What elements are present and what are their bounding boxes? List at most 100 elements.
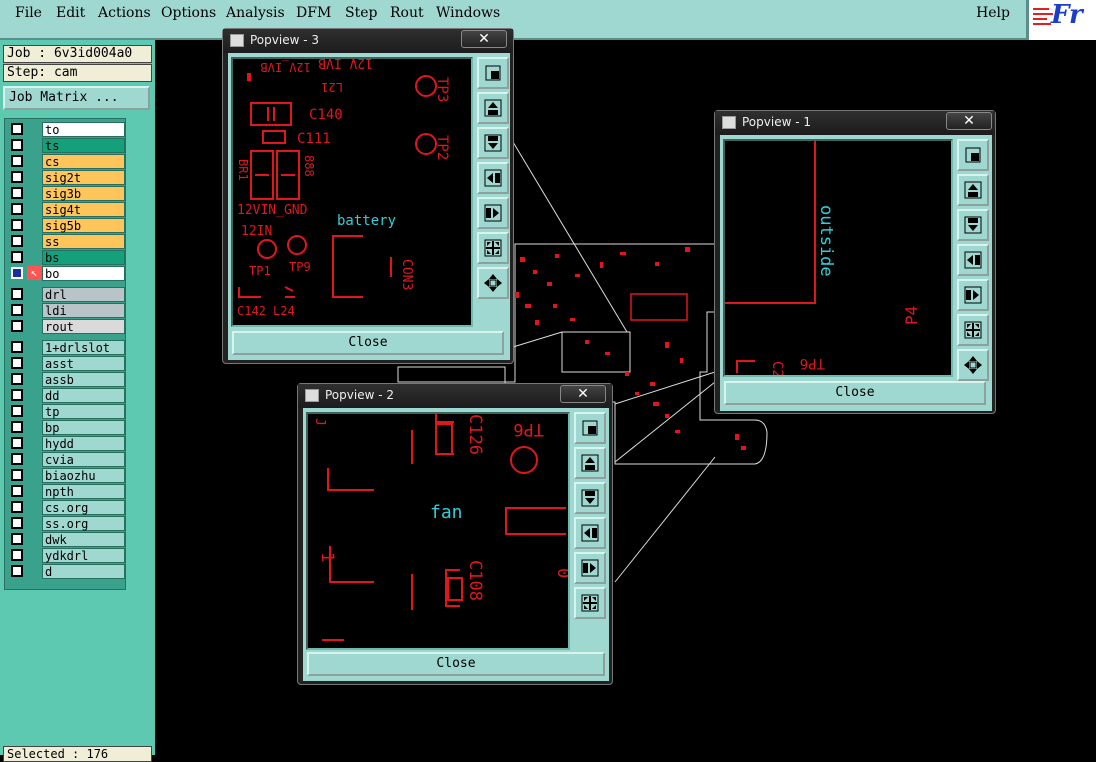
layer-row-bp[interactable]: bp xyxy=(7,420,125,435)
pan-up-icon[interactable] xyxy=(957,174,989,206)
layer-row-sig3b[interactable]: sig3b xyxy=(7,186,125,201)
layer-name[interactable]: biaozhu xyxy=(42,468,125,483)
layer-row-sig2t[interactable]: sig2t xyxy=(7,170,125,185)
pan-right-icon[interactable] xyxy=(957,279,989,311)
layer-name[interactable]: hydd xyxy=(42,436,125,451)
layer-checkbox[interactable] xyxy=(11,251,23,263)
layer-name[interactable]: cvia xyxy=(42,452,125,467)
layer-row-rout[interactable]: rout xyxy=(7,319,125,334)
zoom-fit-icon[interactable] xyxy=(477,57,509,89)
layer-name[interactable]: ts xyxy=(42,138,125,153)
menu-analysis[interactable]: Analysis xyxy=(226,5,285,21)
zoom-in-icon[interactable] xyxy=(957,314,989,346)
layer-checkbox[interactable] xyxy=(11,357,23,369)
layer-checkbox[interactable] xyxy=(11,187,23,199)
layer-name[interactable]: rout xyxy=(42,319,125,334)
layer-row-ydkdrl[interactable]: ydkdrl xyxy=(7,548,125,563)
popview-1-close-button[interactable]: Close xyxy=(724,381,986,405)
layer-checkbox[interactable] xyxy=(11,453,23,465)
layer-name[interactable]: bs xyxy=(42,250,125,265)
pan-down-icon[interactable] xyxy=(574,482,606,514)
layer-checkbox[interactable] xyxy=(11,421,23,433)
layer-checkbox[interactable] xyxy=(11,341,23,353)
layer-checkbox[interactable] xyxy=(11,533,23,545)
layer-name[interactable]: ss.org xyxy=(42,516,125,531)
layer-name[interactable]: ldi xyxy=(42,303,125,318)
layer-checkbox[interactable] xyxy=(11,123,23,135)
layer-checkbox[interactable] xyxy=(11,219,23,231)
layer-checkbox[interactable] xyxy=(11,437,23,449)
layer-checkbox[interactable] xyxy=(11,320,23,332)
layer-checkbox[interactable] xyxy=(11,501,23,513)
layer-checkbox[interactable] xyxy=(11,469,23,481)
layer-name[interactable]: dd xyxy=(42,388,125,403)
pan-left-icon[interactable] xyxy=(574,517,606,549)
pan-left-icon[interactable] xyxy=(477,162,509,194)
menu-actions[interactable]: Actions xyxy=(98,5,151,21)
layer-checkbox[interactable] xyxy=(11,155,23,167)
layer-checkbox[interactable] xyxy=(11,203,23,215)
menu-options[interactable]: Options xyxy=(161,5,216,21)
popview-3-close-x-button[interactable]: ✕ xyxy=(461,30,507,48)
menu-windows[interactable]: Windows xyxy=(436,5,500,21)
pan-right-icon[interactable] xyxy=(574,552,606,584)
layer-row-bo[interactable]: ↖ bo xyxy=(7,266,125,281)
popview-1-view[interactable]: outside P4 TP6 C2 xyxy=(723,139,953,377)
layer-name[interactable]: to xyxy=(42,122,125,137)
layer-name[interactable]: assb xyxy=(42,372,125,387)
layer-checkbox[interactable] xyxy=(11,389,23,401)
popview-3-close-button[interactable]: Close xyxy=(232,331,504,355)
layer-row-cs[interactable]: cs xyxy=(7,154,125,169)
layer-name[interactable]: cs.org xyxy=(42,500,125,515)
layer-name[interactable]: tp xyxy=(42,404,125,419)
zoom-in-icon[interactable] xyxy=(477,232,509,264)
popview-3-view[interactable]: 12V_IVB 12V_IVB L21 TP3 C140 C111 TP2 88… xyxy=(231,57,473,327)
layer-name[interactable]: drl xyxy=(42,287,125,302)
pan-up-icon[interactable] xyxy=(574,447,606,479)
layer-row-sig4t[interactable]: sig4t xyxy=(7,202,125,217)
menu-step[interactable]: Step xyxy=(345,5,377,21)
layer-row-cvia[interactable]: cvia xyxy=(7,452,125,467)
menu-edit[interactable]: Edit xyxy=(56,5,85,21)
layer-name[interactable]: sig2t xyxy=(42,170,125,185)
menu-dfm[interactable]: DFM xyxy=(296,5,331,21)
pan-down-icon[interactable] xyxy=(477,127,509,159)
layer-row-dwk[interactable]: dwk xyxy=(7,532,125,547)
layer-row-tp[interactable]: tp xyxy=(7,404,125,419)
layer-row-ss-org[interactable]: ss.org xyxy=(7,516,125,531)
popview-2-view[interactable]: J TP6 C126 fan C108 0 1 xyxy=(306,412,570,650)
layer-name[interactable]: dwk xyxy=(42,532,125,547)
layer-row-assb[interactable]: assb xyxy=(7,372,125,387)
layer-name[interactable]: bp xyxy=(42,420,125,435)
layer-name[interactable]: d xyxy=(42,564,125,579)
layer-row-drl[interactable]: drl xyxy=(7,287,125,302)
layer-checkbox[interactable] xyxy=(11,171,23,183)
layer-row-hydd[interactable]: hydd xyxy=(7,436,125,451)
layer-checkbox[interactable] xyxy=(11,565,23,577)
pan-up-icon[interactable] xyxy=(477,92,509,124)
layer-row-npth[interactable]: npth xyxy=(7,484,125,499)
layer-checkbox[interactable] xyxy=(11,235,23,247)
layer-row-sig5b[interactable]: sig5b xyxy=(7,218,125,233)
layer-name[interactable]: bo xyxy=(42,266,125,281)
layer-row-asst[interactable]: asst xyxy=(7,356,125,371)
zoom-out-icon[interactable] xyxy=(477,267,509,299)
layer-row-1-drlslot[interactable]: 1+drlslot xyxy=(7,340,125,355)
layer-name[interactable]: ydkdrl xyxy=(42,548,125,563)
layer-row-biaozhu[interactable]: biaozhu xyxy=(7,468,125,483)
menu-file[interactable]: File xyxy=(15,5,42,21)
layer-name[interactable]: 1+drlslot xyxy=(42,340,125,355)
layer-row-cs-org[interactable]: cs.org xyxy=(7,500,125,515)
layer-row-ldi[interactable]: ldi xyxy=(7,303,125,318)
layer-name[interactable]: sig5b xyxy=(42,218,125,233)
layer-checkbox[interactable] xyxy=(11,139,23,151)
layer-name[interactable]: sig3b xyxy=(42,186,125,201)
pan-right-icon[interactable] xyxy=(477,197,509,229)
popview-1-close-x-button[interactable]: ✕ xyxy=(946,112,992,130)
pan-down-icon[interactable] xyxy=(957,209,989,241)
layer-name[interactable]: ss xyxy=(42,234,125,249)
zoom-in-icon[interactable] xyxy=(574,587,606,619)
layer-checkbox[interactable] xyxy=(11,288,23,300)
zoom-fit-icon[interactable] xyxy=(957,139,989,171)
layer-checkbox[interactable] xyxy=(11,405,23,417)
